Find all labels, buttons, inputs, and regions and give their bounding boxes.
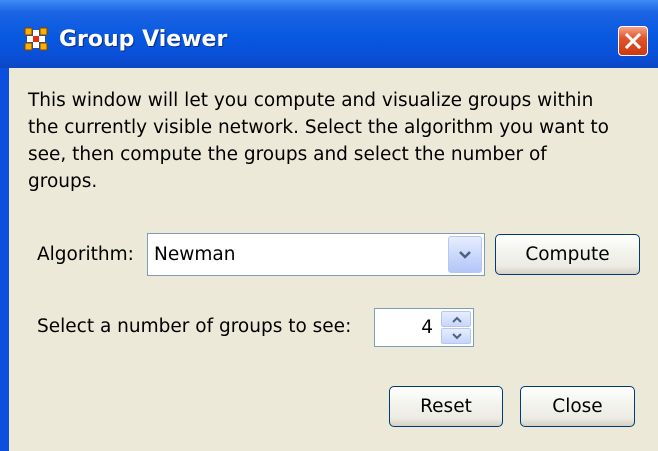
groups-count-spinner[interactable]: 4 — [374, 308, 474, 347]
reset-button[interactable]: Reset — [389, 386, 503, 427]
network-nodes-icon — [24, 27, 48, 51]
chevron-up-icon — [452, 316, 462, 323]
window-title: Group Viewer — [59, 27, 228, 52]
algorithm-dropdown-button[interactable] — [448, 236, 482, 273]
spinner-decrement-button[interactable] — [441, 328, 471, 344]
chevron-down-icon — [459, 251, 471, 259]
groups-count-label: Select a number of groups to see: — [37, 316, 352, 337]
algorithm-selected-value: Newman — [154, 244, 236, 265]
compute-button[interactable]: Compute — [495, 234, 640, 275]
description-line: the currently visible network. Select th… — [28, 117, 609, 138]
algorithm-select[interactable]: Newman — [147, 233, 485, 276]
description-line: groups. — [28, 171, 98, 192]
description-text: This window will let you compute and vis… — [28, 87, 648, 195]
spinner-increment-button[interactable] — [441, 311, 471, 327]
description-line: This window will let you compute and vis… — [28, 90, 594, 111]
close-button[interactable]: Close — [520, 386, 635, 427]
close-icon — [625, 33, 641, 49]
title-bar[interactable]: Group Viewer — [0, 0, 658, 68]
algorithm-label: Algorithm: — [37, 244, 134, 265]
description-line: see, then compute the groups and select … — [28, 144, 547, 165]
groups-count-value: 4 — [421, 317, 433, 338]
group-viewer-window: Group Viewer This window will let you co… — [0, 0, 658, 451]
close-window-button[interactable] — [618, 26, 648, 56]
chevron-down-icon — [452, 333, 462, 340]
